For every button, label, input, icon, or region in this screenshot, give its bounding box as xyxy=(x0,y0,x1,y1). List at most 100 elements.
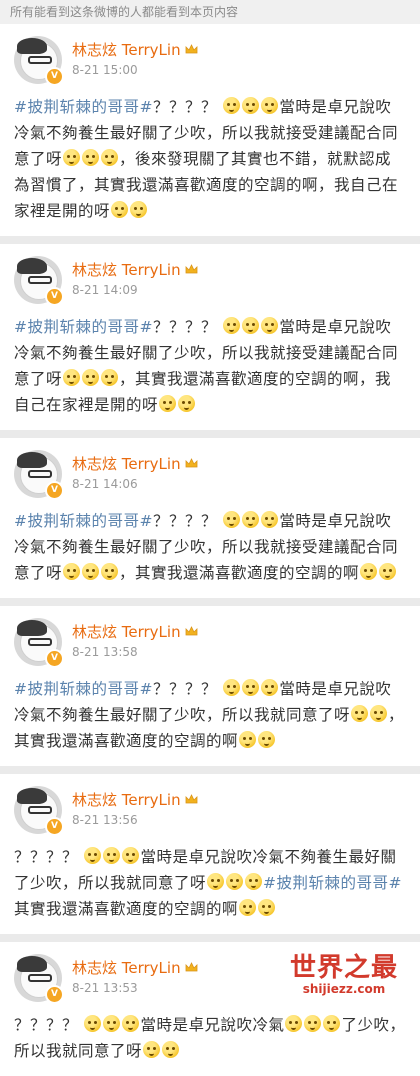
post-time[interactable]: 8-21 13:53 xyxy=(72,981,198,995)
weibo-post[interactable]: V 林志炫 TerryLin 8-21 14:09 #披荆斩棘的哥哥#？？？？ 當時是… xyxy=(0,244,420,430)
author-name[interactable]: 林志炫 TerryLin xyxy=(72,259,181,280)
avatar[interactable]: V xyxy=(14,36,64,86)
avatar[interactable]: V xyxy=(14,954,64,1004)
smiling-face-emoji-icon xyxy=(82,369,100,386)
post-text: ？？？？ xyxy=(14,848,84,866)
author-row: 林志炫 TerryLin xyxy=(72,788,198,810)
weibo-post[interactable]: V 林志炫 TerryLin 8-21 15:00 #披荆斩棘的哥哥#？？？？ 當時是… xyxy=(0,24,420,236)
smiling-face-emoji-icon xyxy=(242,317,260,334)
author-name[interactable]: 林志炫 TerryLin xyxy=(72,789,181,810)
author-row: 林志炫 TerryLin xyxy=(72,620,198,642)
smiling-face-emoji-icon xyxy=(162,1041,180,1058)
post-meta: 林志炫 TerryLin 8-21 13:53 xyxy=(72,954,198,995)
smiling-face-emoji-icon xyxy=(239,899,257,916)
avatar-hair xyxy=(17,788,47,804)
smiling-face-emoji-icon xyxy=(242,679,260,696)
post-time[interactable]: 8-21 14:09 xyxy=(72,283,198,297)
avatar-glasses xyxy=(28,56,52,64)
smiling-face-emoji-icon xyxy=(304,1015,322,1032)
avatar-hair xyxy=(17,38,47,54)
hashtag-link[interactable]: #披荆斩棘的哥哥# xyxy=(14,680,153,698)
author-name[interactable]: 林志炫 TerryLin xyxy=(72,957,181,978)
avatar-glasses xyxy=(28,806,52,814)
hashtag-link[interactable]: #披荆斩棘的哥哥# xyxy=(263,874,402,892)
smiling-face-emoji-icon xyxy=(226,873,244,890)
post-body: #披荆斩棘的哥哥#？？？？ 當時是卓兄說吹冷氣不夠養生最好關了少吹，所以我就接受… xyxy=(14,508,406,586)
watermark-url: shijiezz.com xyxy=(302,982,386,996)
avatar-hair xyxy=(17,620,47,636)
author-name[interactable]: 林志炫 TerryLin xyxy=(72,39,181,60)
smiling-face-emoji-icon xyxy=(207,873,225,890)
smiling-face-emoji-icon xyxy=(223,97,241,114)
post-meta: 林志炫 TerryLin 8-21 14:06 xyxy=(72,450,198,491)
post-time[interactable]: 8-21 13:56 xyxy=(72,813,198,827)
post-time[interactable]: 8-21 14:06 xyxy=(72,477,198,491)
post-header: V 林志炫 TerryLin 8-21 14:09 xyxy=(14,256,406,314)
verified-badge-icon: V xyxy=(45,649,64,668)
avatar[interactable]: V xyxy=(14,618,64,668)
site-watermark: 世界之最 shijiezz.com xyxy=(274,954,414,996)
author-row: 林志炫 TerryLin xyxy=(72,956,198,978)
smiling-face-emoji-icon xyxy=(223,679,241,696)
visibility-notice: 所有能看到这条微博的人都能看到本页内容 xyxy=(0,0,420,24)
avatar[interactable]: V xyxy=(14,786,64,836)
smiling-face-emoji-icon xyxy=(101,149,119,166)
weibo-post[interactable]: V 林志炫 TerryLin 8-21 14:06 #披荆斩棘的哥哥#？？？？ 當時是… xyxy=(0,438,420,598)
crown-icon xyxy=(185,961,198,973)
post-header: V 林志炫 TerryLin 8-21 13:56 xyxy=(14,786,406,844)
crown-icon xyxy=(185,43,198,55)
author-name[interactable]: 林志炫 TerryLin xyxy=(72,621,181,642)
post-time[interactable]: 8-21 15:00 xyxy=(72,63,198,77)
smiling-face-emoji-icon xyxy=(101,369,119,386)
verified-badge-icon: V xyxy=(45,817,64,836)
hashtag-link[interactable]: #披荆斩棘的哥哥# xyxy=(14,512,153,530)
post-text: 當時是卓兄說吹冷氣 xyxy=(140,1016,285,1034)
hashtag-link[interactable]: #披荆斩棘的哥哥# xyxy=(14,98,153,116)
author-row: 林志炫 TerryLin xyxy=(72,258,198,280)
smiling-face-emoji-icon xyxy=(261,511,279,528)
post-header: V 林志炫 TerryLin 8-21 13:58 xyxy=(14,618,406,676)
smiling-face-emoji-icon xyxy=(258,899,276,916)
smiling-face-emoji-icon xyxy=(63,563,81,580)
smiling-face-emoji-icon xyxy=(130,201,148,218)
smiling-face-emoji-icon xyxy=(285,1015,303,1032)
smiling-face-emoji-icon xyxy=(122,847,140,864)
post-meta: 林志炫 TerryLin 8-21 13:56 xyxy=(72,786,198,827)
post-text: ？？？？ xyxy=(152,680,223,698)
smiling-face-emoji-icon xyxy=(242,511,260,528)
post-text: ？？？？ xyxy=(152,318,223,336)
verified-badge-icon: V xyxy=(45,985,64,1004)
avatar[interactable]: V xyxy=(14,450,64,500)
smiling-face-emoji-icon xyxy=(258,731,276,748)
smiling-face-emoji-icon xyxy=(223,511,241,528)
smiling-face-emoji-icon xyxy=(245,873,263,890)
smiling-face-emoji-icon xyxy=(370,705,388,722)
crown-icon xyxy=(185,457,198,469)
author-row: 林志炫 TerryLin xyxy=(72,452,198,474)
weibo-post[interactable]: V 林志炫 TerryLin 8-21 13:56 ？？？？ 當時是卓兄說吹冷氣不夠養… xyxy=(0,774,420,934)
post-meta: 林志炫 TerryLin 8-21 13:58 xyxy=(72,618,198,659)
smiling-face-emoji-icon xyxy=(239,731,257,748)
post-time[interactable]: 8-21 13:58 xyxy=(72,645,198,659)
author-name[interactable]: 林志炫 TerryLin xyxy=(72,453,181,474)
smiling-face-emoji-icon xyxy=(111,201,129,218)
post-body: #披荆斩棘的哥哥#？？？？ 當時是卓兄說吹冷氣不夠養生最好關了少吹，所以我就接受… xyxy=(14,314,406,418)
smiling-face-emoji-icon xyxy=(178,395,196,412)
smiling-face-emoji-icon xyxy=(103,1015,121,1032)
avatar-hair xyxy=(17,258,47,274)
smiling-face-emoji-icon xyxy=(84,847,102,864)
smiling-face-emoji-icon xyxy=(143,1041,161,1058)
post-header: V 林志炫 TerryLin 8-21 14:06 xyxy=(14,450,406,508)
hashtag-link[interactable]: #披荆斩棘的哥哥# xyxy=(14,318,153,336)
avatar-glasses xyxy=(28,638,52,646)
watermark-title: 世界之最 xyxy=(289,953,398,983)
smiling-face-emoji-icon xyxy=(223,317,241,334)
post-header: V 林志炫 TerryLin 8-21 15:00 xyxy=(14,36,406,94)
smiling-face-emoji-icon xyxy=(122,1015,140,1032)
avatar-hair xyxy=(17,956,47,972)
weibo-post[interactable]: V 林志炫 TerryLin 8-21 13:58 #披荆斩棘的哥哥#？？？？ 當時是… xyxy=(0,606,420,766)
avatar[interactable]: V xyxy=(14,256,64,306)
weibo-feed: V 林志炫 TerryLin 8-21 15:00 #披荆斩棘的哥哥#？？？？ 當時是… xyxy=(0,24,420,1076)
post-text: ？？？？ xyxy=(152,512,223,530)
avatar-hair xyxy=(17,452,47,468)
